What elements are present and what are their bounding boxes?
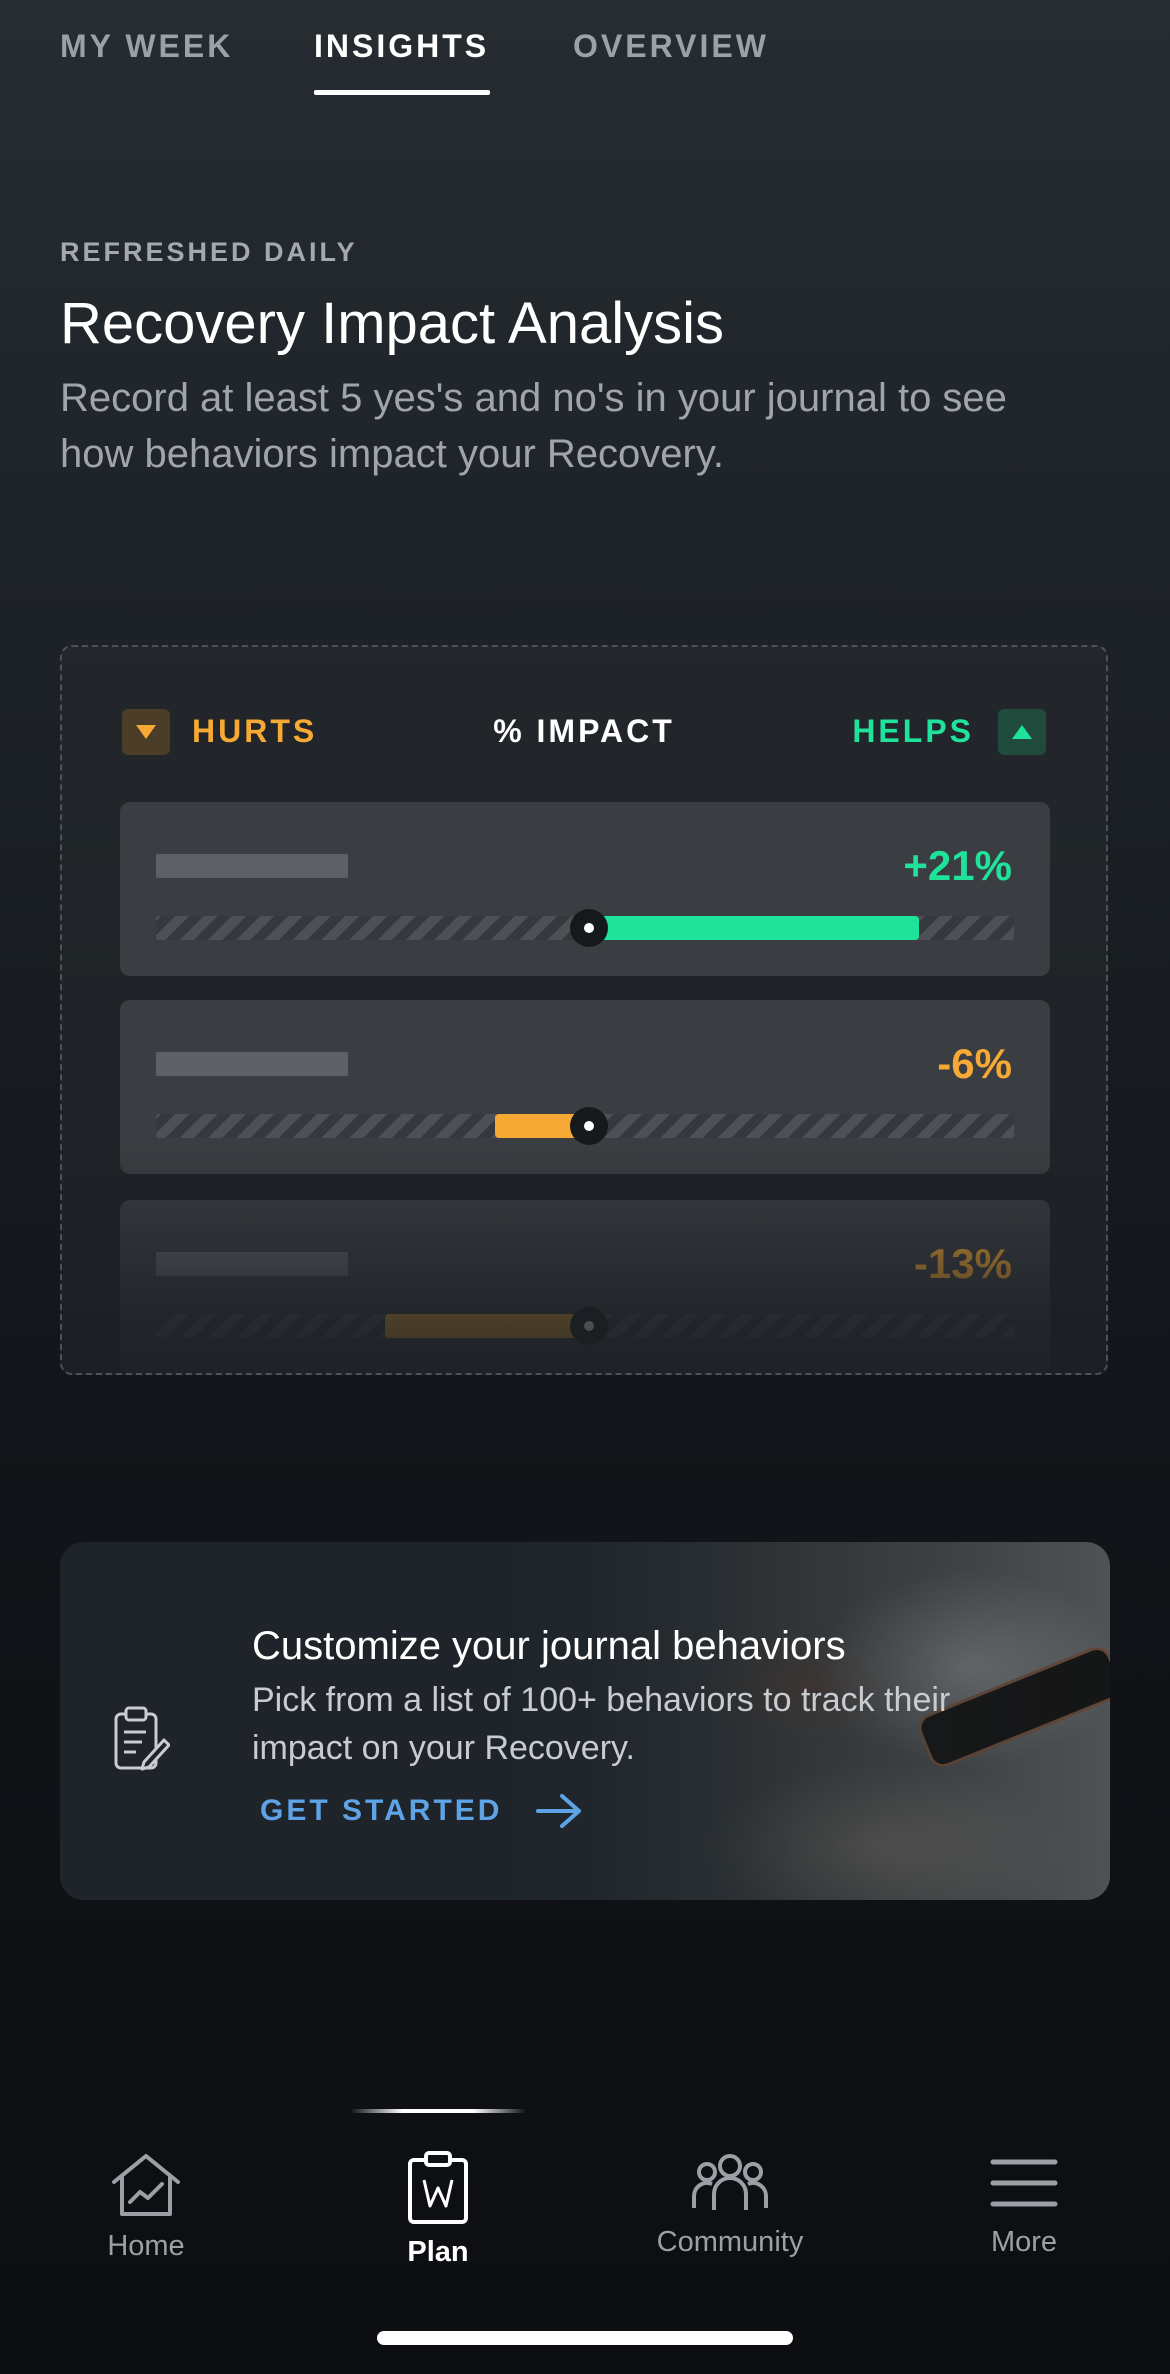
promo-description: Pick from a list of 100+ behaviors to tr… <box>252 1681 951 1767</box>
nav-plan-label: Plan <box>407 2236 469 2268</box>
impact-percent: +21% <box>903 842 1012 889</box>
home-chart-icon <box>112 2154 180 2216</box>
nav-home-label: Home <box>107 2230 185 2262</box>
impact-legend: HURTS % IMPACT HELPS <box>62 707 1106 757</box>
impact-track <box>156 1307 1014 1345</box>
tab-my-week[interactable]: MY WEEK <box>60 28 233 65</box>
tab-insights[interactable]: INSIGHTS <box>314 28 489 65</box>
promo-title: Customize your journal behaviors <box>252 1624 846 1668</box>
impact-center-knob <box>570 1307 608 1345</box>
get-started-link[interactable]: GET STARTED <box>260 1794 502 1828</box>
nav-community[interactable]: Community <box>650 2150 810 2259</box>
triangle-up-icon <box>1012 725 1032 739</box>
page-title: Recovery Impact Analysis <box>60 291 725 356</box>
helps-label: HELPS <box>852 713 974 749</box>
impact-row[interactable]: +21% <box>120 802 1050 976</box>
people-icon <box>692 2154 768 2210</box>
nav-more-label: More <box>990 2226 1058 2258</box>
behavior-name-placeholder <box>156 1252 348 1276</box>
nav-active-indicator <box>350 2109 526 2113</box>
nav-community-label: Community <box>656 2226 804 2258</box>
impact-center-knob <box>570 1107 608 1145</box>
impact-row[interactable]: -6% <box>120 1000 1050 1174</box>
impact-track <box>156 909 1014 947</box>
impact-percent: -13% <box>913 1240 1012 1287</box>
menu-icon <box>990 2159 1058 2207</box>
nav-plan[interactable]: Plan <box>358 2150 518 2269</box>
helps-indicator <box>998 709 1046 755</box>
page-subtitle: Record at least 5 yes's and no's in your… <box>60 376 1007 476</box>
impact-track <box>156 1107 1014 1145</box>
clipboard-edit-icon <box>114 1706 170 1771</box>
impact-row[interactable]: -13% <box>120 1200 1050 1373</box>
active-tab-underline <box>314 90 490 95</box>
customize-behaviors-card[interactable]: Customize your journal behaviors Pick fr… <box>60 1542 1110 1900</box>
behavior-name-placeholder <box>156 1052 348 1076</box>
refresh-note: REFRESHED DAILY <box>60 237 358 267</box>
home-indicator-bar[interactable] <box>377 2331 793 2345</box>
impact-percent: -6% <box>937 1040 1012 1087</box>
top-tab-bar: MY WEEK INSIGHTS OVERVIEW <box>0 0 1170 100</box>
clipboard-icon <box>408 2151 468 2224</box>
impact-center-knob <box>570 909 608 947</box>
tab-overview[interactable]: OVERVIEW <box>573 28 769 65</box>
behavior-name-placeholder <box>156 854 348 878</box>
impact-fill <box>589 916 919 940</box>
impact-fill <box>384 1314 589 1338</box>
arrow-right-icon[interactable] <box>534 1791 584 1831</box>
nav-more[interactable]: More <box>944 2150 1104 2259</box>
impact-analysis-card: HURTS % IMPACT HELPS +21% -6% -13% <box>60 645 1108 1375</box>
nav-home[interactable]: Home <box>66 2150 226 2263</box>
